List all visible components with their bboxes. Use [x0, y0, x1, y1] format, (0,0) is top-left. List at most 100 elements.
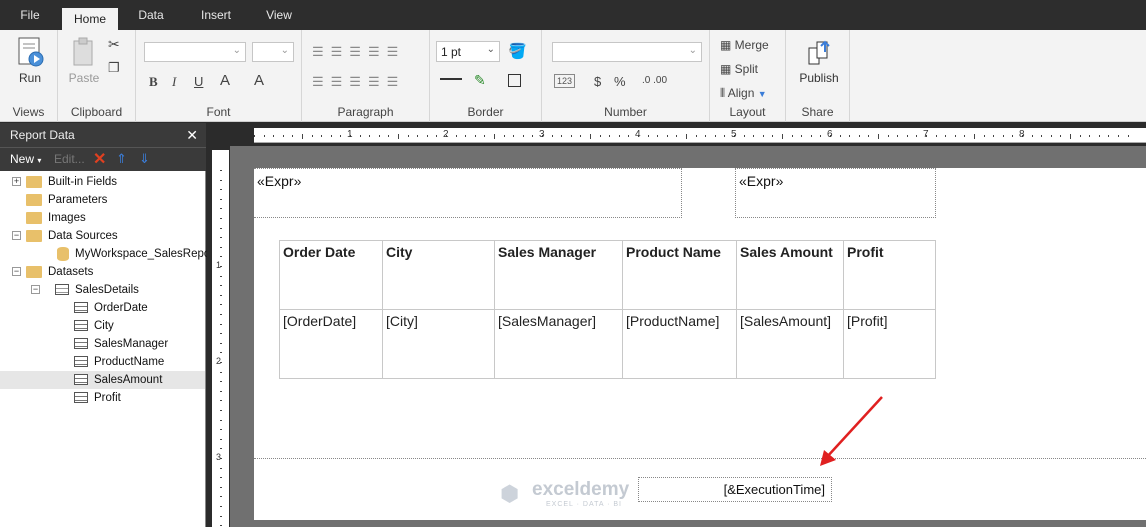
copy-icon[interactable]: ❐ [108, 60, 120, 76]
table-header-cell[interactable]: Sales Amount [736, 240, 844, 310]
grow-font-button[interactable]: A [254, 72, 264, 89]
move-down-icon[interactable]: ⇓ [139, 151, 150, 167]
table-header-cell[interactable]: Profit [843, 240, 936, 310]
tree-item[interactable]: + Built-in Fields [0, 173, 205, 191]
ruler-tick [810, 135, 812, 137]
collapse-icon[interactable]: − [31, 285, 40, 294]
ruler-tick [868, 135, 870, 137]
tree-item[interactable]: Profit [0, 389, 205, 407]
merge-button[interactable]: ▦ Merge [720, 38, 769, 52]
ruler-tick [503, 135, 505, 137]
edit-button[interactable]: Edit... [54, 152, 85, 166]
ruler-tick [220, 198, 222, 200]
delete-icon[interactable]: ✕ [93, 149, 106, 169]
align-icons-row2[interactable]: ☰☰☰☰☰ [312, 74, 405, 90]
placeholder-icon[interactable]: 123 [554, 74, 576, 88]
table-cell[interactable]: [ProductName] [622, 309, 737, 379]
group-label-share: Share [801, 105, 834, 119]
font-color-button[interactable]: A [220, 72, 230, 89]
border-width-dropdown[interactable]: 1 pt ⌄ [436, 41, 500, 62]
tree-item[interactable]: SalesManager [0, 335, 205, 353]
tab-data[interactable]: Data [128, 4, 174, 26]
ruler-tick [474, 135, 476, 137]
ruler-number: 6 [827, 129, 833, 140]
report-table[interactable]: Order Date City Sales Manager Product Na… [279, 240, 936, 379]
font-name-dropdown[interactable]: ⌄ [144, 42, 246, 62]
tree-item-label: Built-in Fields [48, 176, 118, 188]
ruler-tick [993, 135, 995, 137]
group-paragraph: ☰☰☰☰☰ ☰☰☰☰☰ Paragraph [302, 30, 430, 122]
publish-button[interactable]: Publish [794, 38, 844, 85]
ruler-tick [513, 135, 515, 137]
align-button[interactable]: ⫴ Align ▼ [720, 86, 767, 101]
fill-color-icon[interactable]: 🪣 [508, 42, 527, 60]
ruler-tick [676, 135, 678, 137]
ruler-tick [897, 135, 899, 137]
border-style-icon[interactable] [440, 78, 462, 80]
borders-icon[interactable] [508, 74, 521, 87]
percent-button[interactable]: % [614, 74, 626, 89]
tree-item[interactable]: − Data Sources [0, 227, 205, 245]
table-header-row: Order Date City Sales Manager Product Na… [279, 240, 936, 310]
ruler-tick [762, 135, 764, 137]
watermark-name: exceldemy [532, 479, 630, 500]
split-button[interactable]: ▦ Split [720, 62, 758, 76]
font-size-dropdown[interactable]: ⌄ [252, 42, 294, 62]
execution-time-textbox[interactable]: [&ExecutionTime] [638, 477, 832, 502]
ruler-number: 7 [923, 129, 929, 140]
new-button[interactable]: New ▾ [10, 152, 41, 166]
tree-item[interactable]: − Datasets [0, 263, 205, 281]
close-icon[interactable]: ✕ [186, 123, 198, 147]
currency-button[interactable]: $ [594, 74, 601, 89]
ruler-tick [887, 135, 889, 137]
align-icons-row1[interactable]: ☰☰☰☰☰ [312, 44, 405, 60]
split-icon: ▦ [720, 62, 735, 76]
ruler-tick [388, 135, 390, 137]
table-header-cell[interactable]: Sales Manager [494, 240, 623, 310]
table-cell[interactable]: [SalesAmount] [736, 309, 844, 379]
tree-item[interactable]: OrderDate [0, 299, 205, 317]
tree-item[interactable]: MyWorkspace_SalesReport [0, 245, 217, 263]
tab-insert[interactable]: Insert [190, 4, 242, 26]
tree-item[interactable]: ProductName [0, 353, 205, 371]
table-cell[interactable]: [SalesManager] [494, 309, 623, 379]
tab-file[interactable]: File [10, 4, 50, 26]
table-header-cell[interactable]: Product Name [622, 240, 737, 310]
italic-button[interactable]: I [172, 74, 176, 90]
tree-item[interactable]: Parameters [0, 191, 205, 209]
ruler-tick [782, 133, 783, 139]
ruler-number: 1 [216, 260, 222, 270]
expr-textbox-2[interactable]: «Expr» [735, 168, 936, 218]
arrow-shaft [825, 396, 883, 459]
run-button[interactable]: Run [10, 36, 50, 85]
border-width-value: 1 pt [441, 45, 462, 59]
move-up-icon[interactable]: ⇑ [116, 151, 127, 167]
table-cell[interactable]: [OrderDate] [279, 309, 383, 379]
table-cell[interactable]: [Profit] [843, 309, 936, 379]
table-header-cell[interactable]: City [382, 240, 495, 310]
merge-icon: ▦ [720, 38, 735, 52]
tree-item[interactable]: SalesAmount [0, 371, 205, 389]
border-color-icon[interactable]: ✎ [474, 72, 486, 89]
expand-icon[interactable]: + [12, 177, 21, 186]
tab-home[interactable]: Home [62, 8, 118, 32]
number-format-dropdown[interactable]: ⌄ [552, 42, 702, 62]
table-header-cell[interactable]: Order Date [279, 240, 383, 310]
ruler-tick [220, 410, 222, 411]
tree-item[interactable]: − SalesDetails [0, 281, 205, 299]
bold-button[interactable]: B [149, 74, 158, 90]
report-data-pane: Report Data ✕ New ▾ Edit... ✕ ⇑ ⇓ + Built… [0, 123, 217, 527]
cut-icon[interactable]: ✂ [108, 36, 120, 53]
ruler-number: 2 [216, 356, 222, 366]
expr-textbox-1[interactable]: «Expr» [254, 168, 682, 218]
table-cell[interactable]: [City] [382, 309, 495, 379]
collapse-icon[interactable]: − [12, 231, 21, 240]
decimal-buttons[interactable]: .0 .00 [642, 75, 667, 86]
tab-view[interactable]: View [256, 4, 302, 26]
collapse-icon[interactable]: − [12, 267, 21, 276]
tree-item[interactable]: City [0, 317, 205, 335]
paste-button[interactable]: Paste [66, 36, 102, 85]
tree-item[interactable]: Images [0, 209, 205, 227]
underline-button[interactable]: U [194, 74, 203, 89]
ruler-tick [695, 135, 697, 137]
